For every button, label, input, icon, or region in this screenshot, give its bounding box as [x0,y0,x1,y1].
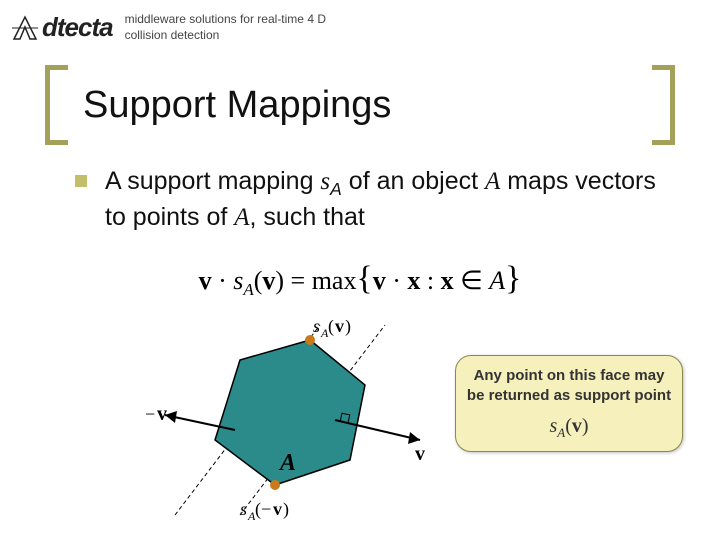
logo-text: dtecta [42,12,113,43]
support-figure: s A ( v ) v − v A s A (− v ) [145,320,445,520]
title-row: Support Mappings [45,65,675,145]
logo-icon [10,13,40,43]
bullet-sub: A [330,179,342,199]
bullet-item: A support mapping sA of an object A maps… [75,165,680,234]
equation: v · sA(v) = max{v · x : x ∈ A} [0,260,720,300]
bullet-obj2: A [234,204,249,231]
svg-text:v: v [335,320,344,336]
bracket-left-icon [45,65,68,145]
page-title: Support Mappings [68,84,652,127]
svg-text:v: v [415,443,425,465]
svg-text:): ) [345,320,351,337]
bullet-icon [75,175,87,187]
bullet-text: A support mapping sA of an object A maps… [105,165,680,234]
callout-math: sA(v) [464,413,674,442]
svg-text:v: v [157,403,167,425]
svg-text:A: A [278,450,296,476]
bullet-pre: A support mapping [105,167,320,195]
svg-text:(: ( [328,320,334,337]
logo: dtecta [10,12,113,43]
callout-text: Any point on this face may be returned a… [464,366,674,407]
svg-text:s: s [313,320,320,336]
svg-text:v: v [273,499,282,519]
svg-text:(−: (− [255,499,271,520]
bullet-tail: , such that [250,203,365,231]
bullet-sym: s [320,168,330,195]
bullet-obj: A [485,168,500,195]
svg-text:): ) [283,499,289,520]
tagline: middleware solutions for real-time 4 D c… [125,12,345,43]
header: dtecta middleware solutions for real-tim… [10,12,710,43]
bracket-right-icon [652,65,675,145]
svg-text:s: s [240,499,247,519]
body: A support mapping sA of an object A maps… [75,165,680,234]
callout: Any point on this face may be returned a… [455,355,683,452]
svg-text:−: − [145,404,155,424]
bullet-mid: of an object [342,167,485,195]
